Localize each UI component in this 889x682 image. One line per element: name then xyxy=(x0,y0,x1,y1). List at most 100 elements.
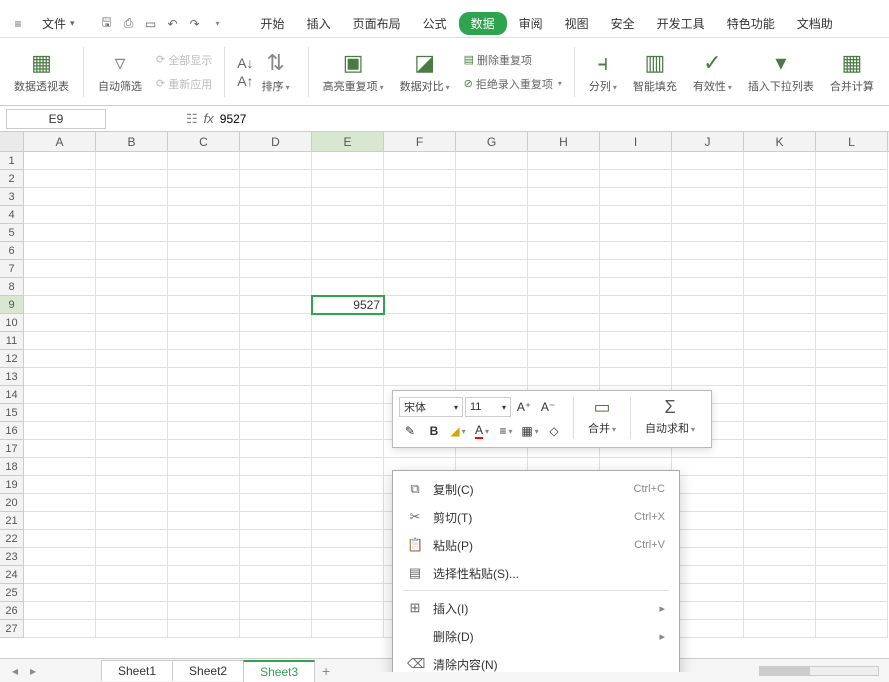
cell[interactable] xyxy=(672,548,744,566)
cell[interactable] xyxy=(528,152,600,170)
cell[interactable] xyxy=(312,170,384,188)
cell[interactable] xyxy=(672,494,744,512)
cell[interactable] xyxy=(456,350,528,368)
cell[interactable] xyxy=(168,332,240,350)
decrease-font-button[interactable]: A⁻ xyxy=(537,397,559,417)
row-header[interactable]: 19 xyxy=(0,476,24,494)
cell[interactable] xyxy=(744,278,816,296)
row-header[interactable]: 3 xyxy=(0,188,24,206)
cell[interactable] xyxy=(312,566,384,584)
row-header[interactable]: 6 xyxy=(0,242,24,260)
more-icon[interactable] xyxy=(208,15,226,33)
fx-expand-icon[interactable]: ☷ xyxy=(186,111,198,127)
cell[interactable] xyxy=(384,350,456,368)
cell[interactable] xyxy=(24,494,96,512)
pivot-table-button[interactable]: ▦ 数据透视表 xyxy=(8,42,75,102)
cell[interactable] xyxy=(96,224,168,242)
cell[interactable] xyxy=(528,314,600,332)
cell[interactable] xyxy=(96,530,168,548)
cell[interactable] xyxy=(816,404,888,422)
cell[interactable] xyxy=(528,350,600,368)
row-header[interactable]: 26 xyxy=(0,602,24,620)
row-header[interactable]: 12 xyxy=(0,350,24,368)
tab-security[interactable]: 安全 xyxy=(601,11,645,36)
cell[interactable] xyxy=(168,314,240,332)
cell[interactable] xyxy=(24,242,96,260)
show-all-button[interactable]: ⟳全部显示 xyxy=(152,50,216,70)
cell[interactable] xyxy=(24,260,96,278)
cell[interactable] xyxy=(96,206,168,224)
cell[interactable] xyxy=(528,188,600,206)
cell[interactable] xyxy=(168,602,240,620)
cell[interactable] xyxy=(672,260,744,278)
cell[interactable] xyxy=(816,602,888,620)
cell[interactable] xyxy=(96,602,168,620)
cell[interactable] xyxy=(384,224,456,242)
cell[interactable] xyxy=(96,476,168,494)
row-header[interactable]: 18 xyxy=(0,458,24,476)
cell[interactable] xyxy=(24,602,96,620)
cell[interactable] xyxy=(168,566,240,584)
sheet-tab-active[interactable]: Sheet3 xyxy=(243,660,315,682)
cell[interactable] xyxy=(816,224,888,242)
horizontal-scrollbar[interactable] xyxy=(759,666,879,676)
cell[interactable] xyxy=(816,440,888,458)
cell[interactable] xyxy=(24,386,96,404)
cell[interactable] xyxy=(672,566,744,584)
cell[interactable] xyxy=(528,278,600,296)
cell[interactable] xyxy=(168,404,240,422)
cell[interactable] xyxy=(456,296,528,314)
cell[interactable] xyxy=(744,260,816,278)
cell[interactable] xyxy=(816,170,888,188)
cell[interactable] xyxy=(816,494,888,512)
cell[interactable] xyxy=(312,260,384,278)
cell[interactable] xyxy=(312,278,384,296)
cell[interactable] xyxy=(672,530,744,548)
cell[interactable] xyxy=(456,242,528,260)
row-header[interactable]: 17 xyxy=(0,440,24,458)
cell[interactable] xyxy=(456,278,528,296)
cell[interactable] xyxy=(816,152,888,170)
cell[interactable] xyxy=(528,368,600,386)
cell[interactable] xyxy=(240,242,312,260)
cm-paste-special[interactable]: ▤选择性粘贴(S)... xyxy=(393,559,679,587)
cell[interactable] xyxy=(672,170,744,188)
cell[interactable] xyxy=(96,494,168,512)
row-header[interactable]: 7 xyxy=(0,260,24,278)
cell[interactable] xyxy=(672,188,744,206)
cell[interactable] xyxy=(744,476,816,494)
cell[interactable] xyxy=(240,206,312,224)
row-header[interactable]: 15 xyxy=(0,404,24,422)
save-icon[interactable]: 🖫 xyxy=(98,15,116,33)
cell[interactable] xyxy=(240,260,312,278)
col-header[interactable]: E xyxy=(312,132,384,151)
sort-button[interactable]: ⇅ 排序 xyxy=(256,42,296,102)
cell[interactable] xyxy=(384,242,456,260)
cell[interactable] xyxy=(744,458,816,476)
cell[interactable] xyxy=(456,206,528,224)
cell[interactable] xyxy=(312,458,384,476)
cell[interactable] xyxy=(312,206,384,224)
cell[interactable] xyxy=(672,620,744,638)
cell[interactable] xyxy=(168,224,240,242)
cell[interactable] xyxy=(168,548,240,566)
cell[interactable] xyxy=(168,476,240,494)
cell[interactable] xyxy=(240,314,312,332)
border-button[interactable]: ▦ xyxy=(519,421,541,441)
cell[interactable] xyxy=(744,566,816,584)
cell[interactable] xyxy=(312,494,384,512)
cell[interactable] xyxy=(816,620,888,638)
cell[interactable] xyxy=(600,332,672,350)
cell[interactable] xyxy=(816,242,888,260)
bold-button[interactable]: B xyxy=(423,421,445,441)
cell[interactable] xyxy=(24,332,96,350)
row-header[interactable]: 11 xyxy=(0,332,24,350)
cell[interactable] xyxy=(384,296,456,314)
tab-start[interactable]: 开始 xyxy=(251,11,295,36)
cell[interactable] xyxy=(24,548,96,566)
cell[interactable] xyxy=(816,386,888,404)
cell[interactable] xyxy=(744,188,816,206)
cell[interactable] xyxy=(168,530,240,548)
cell[interactable] xyxy=(600,350,672,368)
cell[interactable] xyxy=(168,206,240,224)
